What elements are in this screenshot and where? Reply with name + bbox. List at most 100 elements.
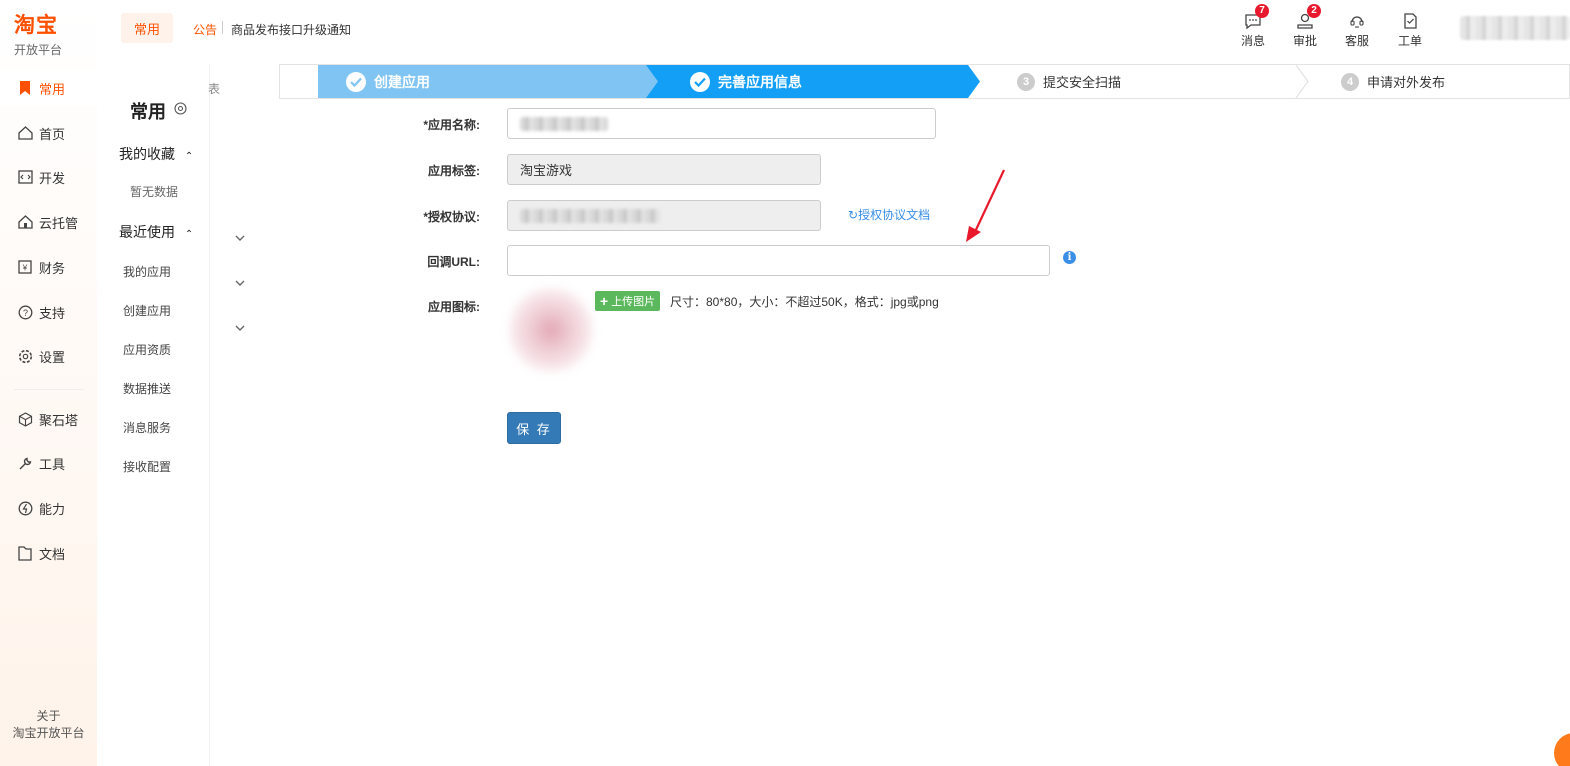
blurred-auth-value [520,208,660,223]
upload-hint: 尺寸：80*80，大小：不超过50K，格式：jpg或png [670,295,939,309]
notice-link[interactable]: 商品发布接口升级通知 [231,21,351,38]
logo-text: 淘宝 [14,14,58,37]
step-security-scan: 3 提交安全扫描 [1017,65,1121,98]
notice-divider [222,21,223,34]
sidebar-item-label: 文档 [39,546,66,562]
chevron-up-icon: ⌃ [184,151,194,162]
wrench-icon [17,455,33,471]
auth-doc-link[interactable]: ↻授权协议文档 [848,206,930,223]
sidebar-item-finance[interactable]: ¥ 财务 [0,249,97,285]
save-button[interactable]: 保 存 [507,412,561,444]
svg-text:¥: ¥ [22,264,28,273]
sidebar-item-label: 设置 [39,349,66,365]
approval-badge: 2 [1307,4,1321,18]
sidebar-item-common[interactable]: 常用 [0,70,97,106]
favorites-group[interactable]: 我的收藏 ⌃ [119,144,193,164]
cube-icon [17,411,33,427]
favorites-label: 我的收藏 [119,146,175,162]
favorites-empty: 暂无数据 [130,185,179,199]
sidebar-item-jushita[interactable]: 聚石塔 [0,401,97,437]
step-label: 创建应用 [374,73,430,90]
about-line-1: 关于 [36,709,61,723]
sidebar-item-label: 云托管 [39,215,79,231]
auth-doc-link-text: 授权协议文档 [858,208,931,222]
recent-item-create-app[interactable]: 创建应用 [123,302,171,319]
message-icon: 7 [1233,4,1273,32]
header-approval-button[interactable]: 2 审批 [1285,4,1325,49]
callback-url-label: 回调URL: [427,255,480,269]
step-label: 完善应用信息 [718,73,802,90]
gear-icon [17,348,33,364]
auth-protocol-input [507,200,821,231]
chevron-up-icon: ⌃ [184,229,194,240]
annotation-arrow [966,169,1005,242]
app-icon-label: 应用图标: [428,300,480,314]
sidebar-item-label: 能力 [39,501,66,517]
chevron-down-icon[interactable] [235,319,245,337]
logo-subtitle: 开放平台 [14,43,63,57]
callback-url-input[interactable] [507,245,1050,276]
step-label: 提交安全扫描 [1043,75,1122,90]
recent-item-data-push[interactable]: 数据推送 [123,380,171,397]
chevron-down-icon[interactable] [235,274,245,292]
ticket-icon [1390,10,1430,32]
step-create-app: 创建应用 [318,65,668,98]
sidebar-item-tools[interactable]: 工具 [0,445,97,481]
floating-help-button[interactable] [1554,733,1570,766]
sidebar-item-cloud[interactable]: 云托管 [0,204,97,240]
secondary-sidebar: 常用 我的收藏 ⌃ 暂无数据 最近使用 ⌃ 我的应用 创建应用 应用资质 数据推… [97,64,210,766]
sidebar-item-label: 工具 [39,456,66,472]
home-icon [17,125,33,141]
chevron-down-icon[interactable] [235,229,245,247]
notice-label: 公告 [193,23,218,37]
sidebar-item-label: 首页 [39,126,66,142]
sidebar-item-develop[interactable]: 开发 [0,159,97,195]
header-customer-service-button[interactable]: 客服 [1337,10,1377,49]
app-icon-preview [508,287,594,373]
taobao-logo[interactable]: 淘宝 开放平台 [14,14,62,58]
header-icon-label: 消息 [1240,34,1265,48]
sidebar-item-label: 常用 [39,81,66,97]
approval-icon: 2 [1285,4,1325,32]
cloud-home-icon [17,214,33,230]
check-icon [346,72,366,92]
header-messages-button[interactable]: 7 消息 [1233,4,1273,49]
ability-icon [17,500,33,516]
header-ticket-button[interactable]: 工单 [1390,10,1430,49]
recent-group[interactable]: 最近使用 ⌃ [119,222,193,242]
recent-item-receive-config[interactable]: 接收配置 [123,458,171,475]
sidebar-item-docs[interactable]: 文档 [0,535,97,571]
sidebar-divider [14,389,84,390]
app-tag-label: 应用标签: [428,164,480,178]
recent-item-my-apps[interactable]: 我的应用 [123,263,171,280]
sidebar-item-label: 聚石塔 [39,412,79,428]
step-complete-info: 完善应用信息 [646,65,980,98]
recent-item-app-qualification[interactable]: 应用资质 [123,341,171,358]
app-name-input[interactable] [507,108,936,139]
secondary-title: 常用 [130,102,166,122]
message-badge: 7 [1255,4,1269,18]
about-line-2: 淘宝开放平台 [12,726,85,740]
help-icon: ? [17,304,33,320]
header-icon-label: 审批 [1292,34,1317,48]
recent-label: 最近使用 [119,224,175,240]
sidebar-item-settings[interactable]: 设置 [0,338,97,374]
code-icon [17,169,33,185]
user-account-blurred[interactable] [1460,16,1570,40]
cutoff-menu-text: 表 [208,82,221,96]
step-publish: 4 申请对外发布 [1341,65,1445,98]
about-link[interactable]: 关于 淘宝开放平台 [0,708,97,742]
settings-circle-icon[interactable] [174,102,187,120]
info-icon[interactable]: i [1063,251,1076,264]
sidebar-item-home[interactable]: 首页 [0,115,97,151]
app-tag-input: 淘宝游戏 [507,154,821,185]
sidebar-item-label: 支持 [39,305,66,321]
tab-common[interactable]: 常用 [121,13,173,43]
sidebar-item-ability[interactable]: 能力 [0,490,97,526]
sidebar-item-support[interactable]: ? 支持 [0,294,97,330]
recent-item-message-service[interactable]: 消息服务 [123,419,171,436]
upload-image-button[interactable]: + 上传图片 [595,291,661,311]
header-icon-label: 客服 [1344,34,1369,48]
sidebar-item-label: 开发 [39,170,66,186]
document-icon [17,545,33,561]
